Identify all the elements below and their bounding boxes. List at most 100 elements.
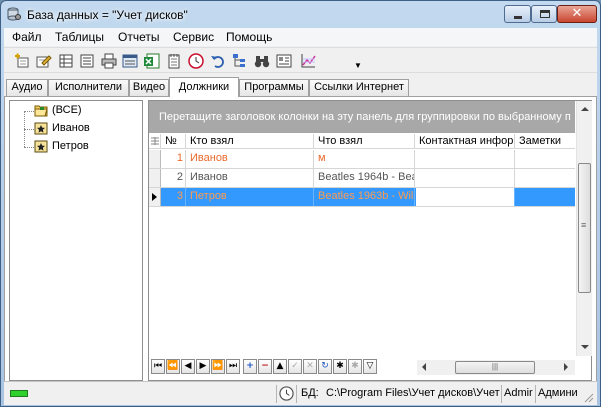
cell-notes[interactable] <box>516 150 575 168</box>
chart-icon[interactable] <box>300 53 316 69</box>
vertical-scrollbar[interactable]: ≡ <box>576 101 592 356</box>
cell-number[interactable]: 1 <box>162 150 186 168</box>
minimize-icon <box>514 16 522 19</box>
row-indicator[interactable] <box>149 150 161 168</box>
scroll-left-icon[interactable] <box>422 363 426 371</box>
tree-node-label: (ВСЕ) <box>52 104 82 116</box>
tab-debtors[interactable]: Должники <box>169 77 239 97</box>
header-indicator <box>149 134 161 149</box>
horizontal-scrollbar[interactable]: ||| <box>417 360 575 375</box>
cell-who[interactable]: Иванов <box>187 169 314 187</box>
cell-contact-editor[interactable] <box>416 188 515 206</box>
cell-number[interactable]: 2 <box>162 169 186 187</box>
list-icon[interactable] <box>79 53 95 69</box>
tree-node-petrov[interactable]: Петров <box>34 140 134 154</box>
toolbar: ▼ <box>4 47 597 73</box>
dropdown-arrow-icon[interactable]: ▼ <box>354 61 362 70</box>
next-record-button[interactable]: ▶ <box>196 359 210 374</box>
menu-reports[interactable]: Отчеты <box>118 30 159 44</box>
cell-what[interactable]: Beatles 1963b - Will <box>315 188 415 206</box>
delete-record-button[interactable]: − <box>258 359 272 374</box>
cell-contact[interactable] <box>416 169 515 187</box>
menu-bar: Файл Таблицы Отчеты Сервис Помощь <box>4 28 597 46</box>
db-path: C:\Program Files\Учет дисков\Учет <box>326 387 500 399</box>
menu-file[interactable]: Файл <box>12 30 42 44</box>
bookmark-button[interactable]: ✱ <box>333 359 347 374</box>
cell-contact[interactable] <box>416 150 515 168</box>
close-button[interactable]: ✕ <box>557 5 597 23</box>
debtors-grid[interactable]: Перетащите заголовок колонки на эту пане… <box>148 100 592 381</box>
column-header-contact[interactable]: Контактная инфор <box>416 134 515 149</box>
first-record-button[interactable]: ⏮ <box>151 359 165 374</box>
notepad-icon[interactable] <box>166 53 182 69</box>
last-record-button[interactable]: ⏭ <box>226 359 240 374</box>
scroll-down-icon[interactable] <box>581 345 589 349</box>
tab-programs[interactable]: Программы <box>239 79 309 96</box>
insert-record-button[interactable]: + <box>243 359 257 374</box>
goto-bookmark-button[interactable]: ✱ <box>348 359 362 374</box>
row-indicator[interactable] <box>149 169 161 187</box>
current-row-arrow-icon <box>152 193 157 201</box>
cell-who[interactable]: Петров <box>187 188 314 206</box>
database-gear-icon[interactable] <box>7 7 21 21</box>
vertical-scroll-thumb[interactable]: ≡ <box>578 163 591 293</box>
tab-internet-links[interactable]: Ссылки Интернет <box>309 79 409 96</box>
table-icon[interactable] <box>58 53 74 69</box>
table-row[interactable]: 2 Иванов Beatles 1964b - Bea <box>149 169 575 188</box>
row-indicator[interactable] <box>149 188 161 206</box>
status-bar: БД: C:\Program Files\Учет дисков\Учет Ad… <box>4 381 597 405</box>
post-record-button[interactable]: ✓ <box>288 359 302 374</box>
tree-node-ivanov[interactable]: Иванов <box>34 122 134 136</box>
tab-artists[interactable]: Исполнители <box>48 79 129 96</box>
scroll-up-icon[interactable] <box>581 107 589 111</box>
undo-icon[interactable] <box>210 53 226 69</box>
tree-icon[interactable] <box>232 53 248 69</box>
prior-record-button[interactable]: ◀ <box>181 359 195 374</box>
maximize-icon <box>540 10 550 18</box>
cell-notes[interactable] <box>516 169 575 187</box>
title-bar[interactable]: База данных = "Учет дисков" ✕ <box>1 1 600 28</box>
tree-node-all[interactable]: (ВСЕ) <box>34 104 134 118</box>
print-icon[interactable] <box>101 53 117 69</box>
scroll-right-icon[interactable] <box>564 363 568 371</box>
card-icon[interactable] <box>276 53 292 69</box>
tab-audio[interactable]: Аудио <box>6 79 48 96</box>
filter-button[interactable]: ▽ <box>363 359 377 374</box>
resize-grip-icon[interactable] <box>582 391 594 403</box>
scroll-grip-icon: ≡ <box>581 220 587 230</box>
maximize-button[interactable] <box>531 5 557 23</box>
menu-service[interactable]: Сервис <box>173 30 214 44</box>
binoculars-icon[interactable] <box>254 53 270 69</box>
cell-what[interactable]: м <box>315 150 415 168</box>
column-header-notes[interactable]: Заметки <box>516 134 575 149</box>
print-preview-icon[interactable] <box>122 53 138 69</box>
cancel-edit-button[interactable]: ✕ <box>303 359 317 374</box>
menu-help[interactable]: Помощь <box>226 30 272 44</box>
menu-tables[interactable]: Таблицы <box>55 30 104 44</box>
cell-number[interactable]: 3 <box>162 188 186 206</box>
prior-page-button[interactable]: ⏪ <box>166 359 180 374</box>
debtor-tree[interactable]: (ВСЕ) Иванов Петров <box>9 100 143 381</box>
clock-icon[interactable] <box>188 53 204 69</box>
edit-icon[interactable] <box>36 53 52 69</box>
client-area: Файл Таблицы Отчеты Сервис Помощь ▼ Ауди… <box>4 28 597 405</box>
table-row[interactable]: 1 Иванов м <box>149 150 575 169</box>
column-header-what[interactable]: Что взял <box>315 134 415 149</box>
group-by-panel[interactable]: Перетащите заголовок колонки на эту пане… <box>149 101 575 133</box>
table-row-selected[interactable]: 3 Петров Beatles 1963b - Will <box>149 188 575 207</box>
minimize-button[interactable] <box>504 5 531 23</box>
excel-export-icon[interactable] <box>144 53 160 69</box>
tree-connector <box>24 129 34 130</box>
tab-video[interactable]: Видео <box>129 79 169 96</box>
add-record-icon[interactable] <box>14 53 30 69</box>
cell-who[interactable]: Иванов <box>187 150 314 168</box>
column-header-number[interactable]: № <box>162 134 186 149</box>
refresh-button[interactable]: ↻ <box>318 359 332 374</box>
tree-node-label: Петров <box>52 140 89 152</box>
next-page-button[interactable]: ⏩ <box>211 359 225 374</box>
horizontal-scroll-thumb[interactable]: ||| <box>455 361 535 374</box>
column-header-who[interactable]: Кто взял <box>187 134 314 149</box>
cell-what[interactable]: Beatles 1964b - Bea <box>315 169 415 187</box>
edit-record-button[interactable]: ▲ <box>273 359 287 374</box>
cell-notes[interactable] <box>516 188 575 206</box>
